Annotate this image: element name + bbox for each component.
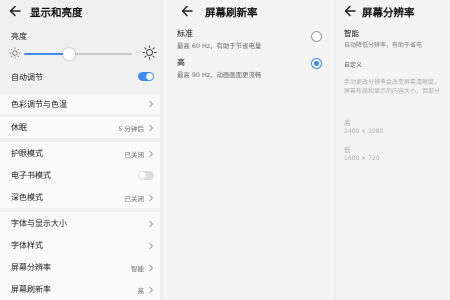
brightness-slider-thumb[interactable] [63, 48, 76, 60]
toggle-knob [139, 172, 146, 179]
resolution-screen: 屏幕分辨率 智能 自动降低分辨率，有助于省电 自定义 手动更改分辨率会改变屏幕清… [336, 0, 450, 300]
chevron-right-icon [149, 286, 154, 294]
row-screen-resolution[interactable]: 屏幕分辨率 智能 [0, 256, 160, 278]
row-label: 字体与显示大小 [11, 219, 67, 228]
option-title: 标准 [177, 29, 193, 38]
option-title: 低 [344, 146, 351, 154]
row-sleep[interactable]: 休眠 5 分钟后 [0, 117, 160, 138]
row-dark-mode[interactable]: 深色模式 已关闭 [0, 186, 160, 208]
row-value: 已关闭 [124, 195, 145, 203]
custom-description-line-1: 手动更改分辨率会改变屏幕清晰度， [344, 79, 441, 86]
chevron-right-icon [149, 100, 154, 108]
custom-section-label: 自定义 [344, 62, 363, 69]
option-subtitle: 最高 90 Hz，动画画面更流畅 [177, 71, 262, 79]
toggle-knob [146, 73, 153, 80]
back-arrow-icon[interactable] [343, 4, 357, 18]
row-label: 色彩调节与色温 [11, 100, 67, 109]
refresh-rate-screen: 屏幕刷新率 标准 最高 60 Hz，有助于节省电量 高 最高 90 Hz，动画画… [163, 0, 334, 300]
option-title: 高 [344, 119, 351, 127]
ebook-mode-toggle[interactable] [138, 171, 154, 180]
row-value: 高 [137, 287, 145, 295]
top-bar: 屏幕刷新率 [163, 0, 334, 24]
page-title: 显示和亮度 [30, 7, 83, 19]
chevron-right-icon [149, 124, 154, 132]
row-font-display-size[interactable]: 字体与显示大小 [0, 212, 160, 234]
page-title: 屏幕分辨率 [362, 7, 415, 19]
row-ebook-mode[interactable]: 电子书模式 [0, 164, 160, 186]
option-resolution: 1600 × 720 [344, 155, 380, 162]
option-subtitle: 最高 60 Hz，有助于节省电量 [177, 42, 262, 50]
option-resolution: 2400 × 1080 [344, 128, 384, 135]
row-label: 电子书模式 [11, 171, 51, 180]
row-label: 屏幕分辨率 [11, 263, 51, 272]
row-color-temperature[interactable]: 色彩调节与色温 [0, 94, 160, 114]
brightness-slider[interactable] [24, 48, 132, 60]
row-label: 休眠 [11, 123, 27, 132]
custom-description-line-2: 屏幕布局和显示的内容大小，但部分 [344, 88, 441, 95]
row-label: 字体样式 [11, 241, 43, 250]
brightness-label: 亮度 [11, 32, 27, 41]
option-subtitle: 自动降低分辨率，有助于省电 [344, 42, 423, 49]
row-font-style[interactable]: 字体样式 [0, 234, 160, 256]
row-label: 屏幕刷新率 [11, 285, 51, 294]
option-title: 智能 [344, 29, 359, 38]
back-arrow-icon[interactable] [8, 4, 22, 18]
chevron-right-icon [149, 242, 154, 250]
row-eye-comfort[interactable]: 护眼模式 已关闭 [0, 142, 160, 164]
row-label: 护眼模式 [11, 149, 43, 158]
row-label: 深色模式 [11, 193, 43, 202]
page-title: 屏幕刷新率 [205, 7, 258, 19]
radio-high[interactable] [311, 58, 322, 69]
top-bar: 显示和亮度 [0, 0, 160, 24]
row-value: 智能 [131, 265, 144, 273]
auto-adjust-toggle[interactable] [138, 72, 154, 81]
back-arrow-icon[interactable] [180, 4, 194, 18]
chevron-right-icon [149, 150, 154, 158]
top-bar: 屏幕分辨率 [336, 0, 450, 24]
row-value: 已关闭 [124, 151, 145, 159]
high-brightness-icon [142, 45, 157, 60]
chevron-right-icon [149, 264, 154, 272]
option-title: 高 [177, 58, 185, 67]
radio-standard[interactable] [311, 31, 322, 42]
row-refresh-rate[interactable]: 屏幕刷新率 高 [0, 278, 160, 300]
chevron-right-icon [149, 220, 154, 228]
auto-adjust-label: 自动调节 [11, 73, 43, 82]
display-brightness-screen: 显示和亮度 亮度 自动调节 色彩调节与色温 休眠 5 分钟后 护眼模式 已关闭 … [0, 0, 160, 300]
chevron-right-icon [149, 194, 154, 202]
row-value: 5 分钟后 [118, 125, 144, 133]
low-brightness-icon [9, 47, 21, 59]
